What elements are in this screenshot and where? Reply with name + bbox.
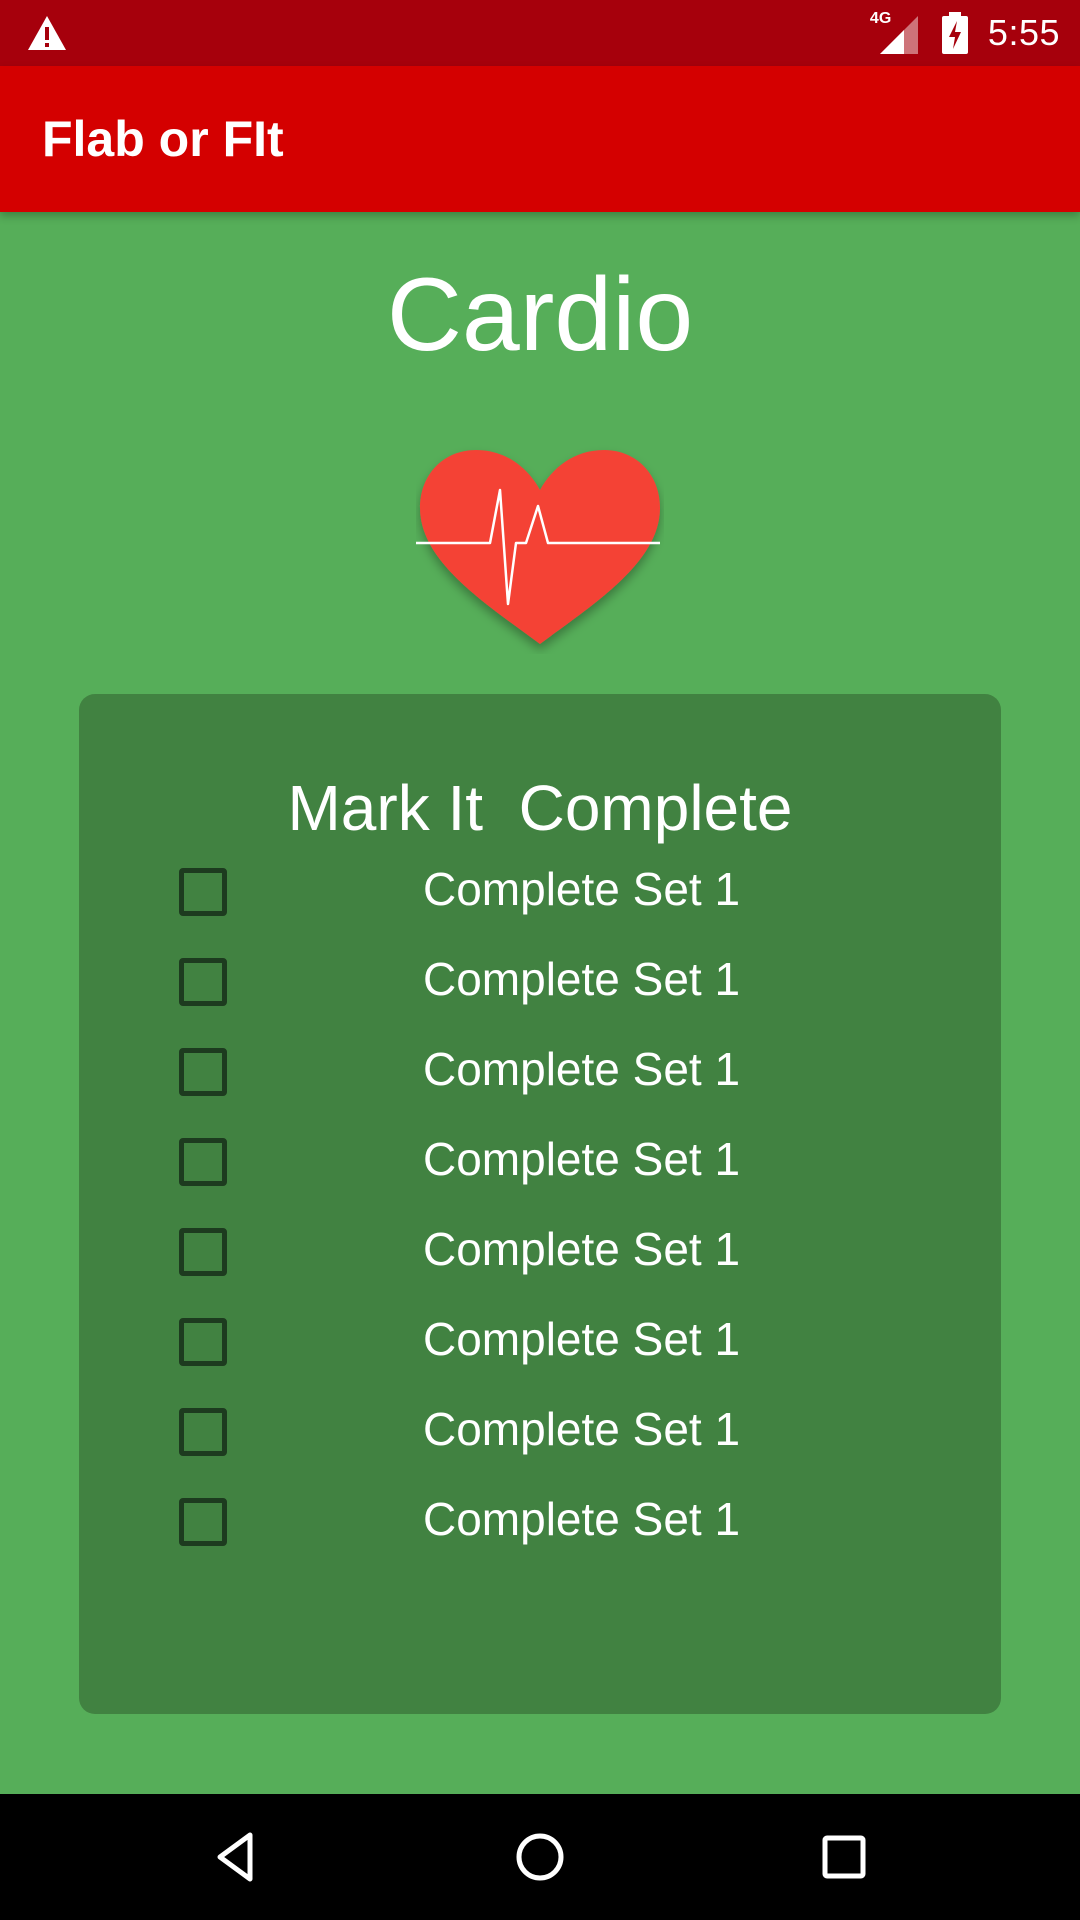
navigation-bar	[0, 1794, 1080, 1920]
set-label: Complete Set 1	[423, 1313, 741, 1365]
set-label: Complete Set 1	[423, 1223, 741, 1275]
app-bar: Flab or FIt	[0, 66, 1080, 212]
clock: 5:55	[987, 12, 1060, 53]
set-label: Complete Set 1	[423, 1403, 741, 1455]
set-label: Complete Set 1	[423, 953, 741, 1005]
recents-icon[interactable]	[814, 1827, 874, 1887]
set-label: Complete Set 1	[423, 863, 741, 915]
set-row[interactable]: Complete Set 1	[79, 844, 1001, 934]
heart-rate-icon	[416, 450, 660, 644]
set-row[interactable]: Complete Set 1	[79, 1474, 1001, 1564]
set-checkbox[interactable]	[179, 868, 227, 916]
set-row[interactable]: Complete Set 1	[79, 1294, 1001, 1384]
app-title: Flab or FIt	[42, 111, 284, 167]
set-row[interactable]: Complete Set 1	[79, 1024, 1001, 1114]
set-checkbox[interactable]	[179, 1138, 227, 1186]
set-checkbox[interactable]	[179, 1408, 227, 1456]
set-row[interactable]: Complete Set 1	[79, 1204, 1001, 1294]
battery-charging-icon	[941, 12, 968, 54]
signal-indicator: 4G	[870, 10, 918, 54]
page-title: Cardio	[386, 257, 694, 373]
set-checkbox[interactable]	[179, 1318, 227, 1366]
status-bar: 4G 5:55	[0, 0, 1080, 66]
set-row[interactable]: Complete Set 1	[79, 1114, 1001, 1204]
set-checkbox[interactable]	[179, 1498, 227, 1546]
back-icon[interactable]	[206, 1827, 266, 1887]
signal-icon	[879, 16, 918, 54]
set-checkbox[interactable]	[179, 1228, 227, 1276]
set-label: Complete Set 1	[423, 1043, 741, 1095]
warning-icon	[28, 16, 66, 50]
set-label: Complete Set 1	[423, 1493, 741, 1545]
set-checkbox[interactable]	[179, 1048, 227, 1096]
card-title: Mark It Complete	[287, 772, 793, 844]
set-label: Complete Set 1	[423, 1133, 741, 1185]
home-icon[interactable]	[510, 1827, 570, 1887]
set-checkbox[interactable]	[179, 958, 227, 1006]
set-row[interactable]: Complete Set 1	[79, 934, 1001, 1024]
mark-complete-card: Mark It Complete Complete Set 1 Complete…	[79, 694, 1001, 1714]
set-row[interactable]: Complete Set 1	[79, 1384, 1001, 1474]
